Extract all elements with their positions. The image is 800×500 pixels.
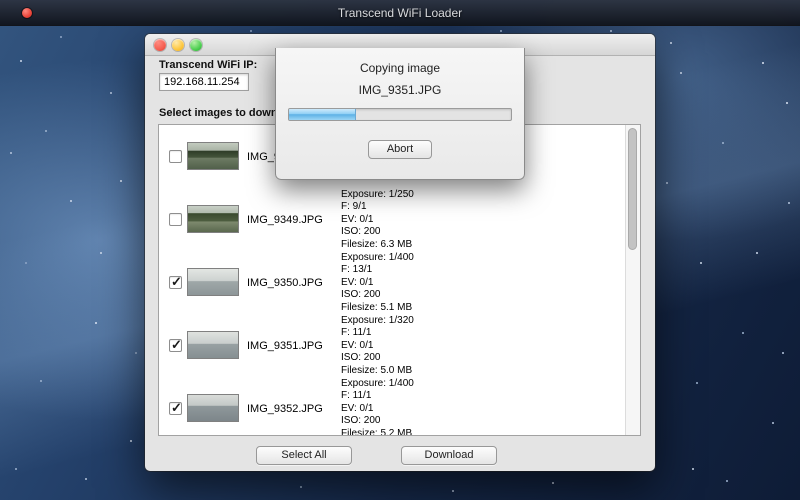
abort-button[interactable]: Abort [368, 140, 432, 159]
image-row: IMG_9351.JPG Exposure: 1/320F: 11/1EV: 0… [159, 314, 625, 377]
exif-line: F: 11/1 [341, 390, 414, 402]
exif-line: ISO: 200 [341, 289, 414, 301]
exif-block: Exposure: 1/400F: 13/1EV: 0/1ISO: 200Fil… [341, 252, 414, 314]
list-scrollbar[interactable] [625, 125, 640, 435]
exif-line: F: 11/1 [341, 327, 414, 339]
thumbnail [187, 142, 239, 170]
exif-block: Exposure: 1/250F: 9/1EV: 0/1ISO: 200File… [341, 189, 414, 251]
dialog-title: Copying image [276, 61, 524, 75]
checkbox[interactable] [169, 339, 182, 352]
exif-block: Exposure: 1/400F: 11/1EV: 0/1ISO: 200Fil… [341, 378, 414, 436]
image-row: IMG_9349.JPG Exposure: 1/250F: 9/1EV: 0/… [159, 188, 625, 251]
exif-line: Exposure: 1/320 [341, 315, 414, 327]
exif-line: Filesize: 5.1 MB [341, 302, 414, 314]
exif-line: EV: 0/1 [341, 403, 414, 415]
progress-fill [289, 109, 356, 120]
exif-line: EV: 0/1 [341, 340, 414, 352]
filename: IMG_9349.JPG [247, 214, 323, 226]
top-titlebar: Transcend WiFi Loader [0, 0, 800, 26]
checkbox[interactable] [169, 402, 182, 415]
exif-line: Filesize: 5.2 MB [341, 428, 414, 436]
ip-input[interactable] [159, 73, 249, 91]
exif-line: Exposure: 1/400 [341, 378, 414, 390]
thumbnail [187, 205, 239, 233]
image-row: IMG_9350.JPG Exposure: 1/400F: 13/1EV: 0… [159, 251, 625, 314]
checkbox[interactable] [169, 276, 182, 289]
exif-line: EV: 0/1 [341, 277, 414, 289]
exif-line: Exposure: 1/250 [341, 189, 414, 201]
copy-dialog: Copying image IMG_9351.JPG Abort [275, 48, 525, 180]
traffic-close-button[interactable] [154, 39, 166, 51]
exif-line: ISO: 200 [341, 226, 414, 238]
checkbox[interactable] [169, 213, 182, 226]
exif-line: ISO: 200 [341, 415, 414, 427]
checkbox[interactable] [169, 150, 182, 163]
scrollbar-thumb[interactable] [628, 128, 637, 250]
thumbnail [187, 331, 239, 359]
thumbnail [187, 394, 239, 422]
exif-line: ISO: 200 [341, 352, 414, 364]
filename: IMG_9351.JPG [247, 340, 323, 352]
traffic-minimize-button[interactable] [172, 39, 184, 51]
app-title: Transcend WiFi Loader [0, 0, 800, 26]
progress-bar [288, 108, 512, 121]
exif-line: F: 13/1 [341, 264, 414, 276]
exif-line: F: 9/1 [341, 201, 414, 213]
exif-line: Filesize: 6.3 MB [341, 239, 414, 251]
desktop-background: Transcend WiFi Loader Transcend WiFi IP:… [0, 0, 800, 500]
ip-label: Transcend WiFi IP: [159, 59, 257, 71]
exif-block: Exposure: 1/320F: 11/1EV: 0/1ISO: 200Fil… [341, 315, 414, 377]
download-button[interactable]: Download [401, 446, 497, 465]
thumbnail [187, 268, 239, 296]
close-button-icon[interactable] [22, 8, 32, 18]
exif-line: Filesize: 5.0 MB [341, 365, 414, 377]
filename: IMG_9352.JPG [247, 403, 323, 415]
filename: IMG_9350.JPG [247, 277, 323, 289]
dialog-filename: IMG_9351.JPG [276, 83, 524, 97]
image-row: IMG_9352.JPG Exposure: 1/400F: 11/1EV: 0… [159, 377, 625, 436]
select-all-button[interactable]: Select All [256, 446, 352, 465]
exif-line: Exposure: 1/400 [341, 252, 414, 264]
exif-line: EV: 0/1 [341, 214, 414, 226]
traffic-zoom-button[interactable] [190, 39, 202, 51]
